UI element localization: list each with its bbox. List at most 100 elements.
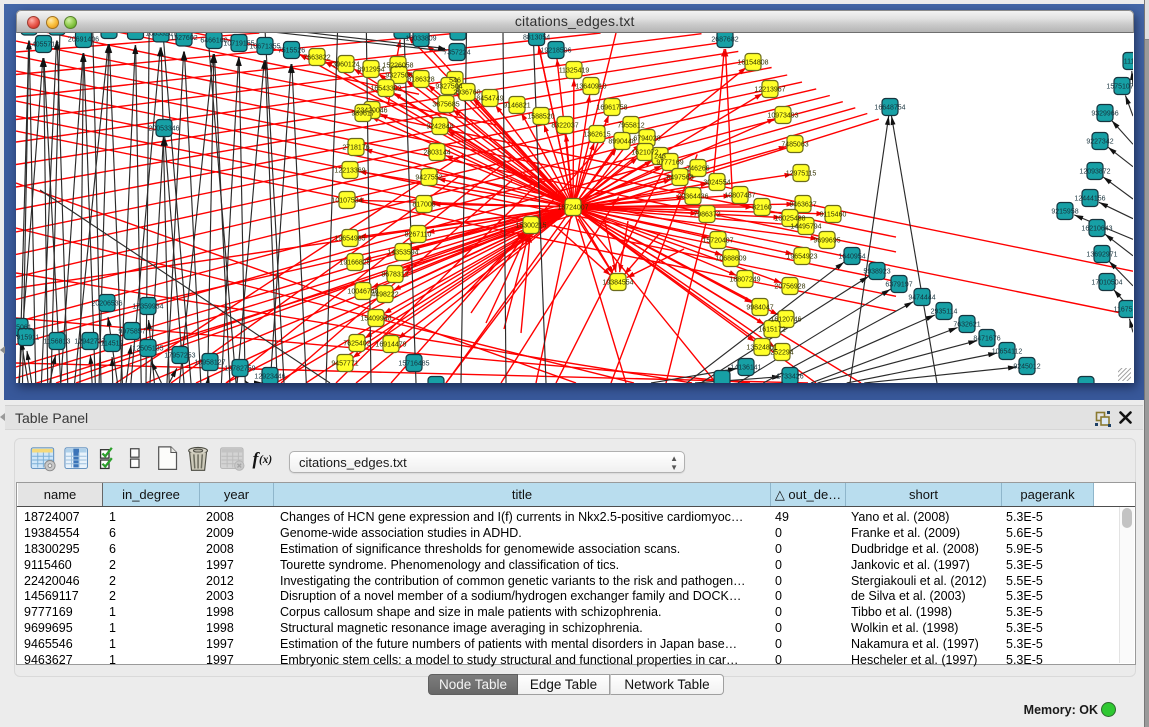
- svg-text:12505135: 12505135: [132, 345, 163, 352]
- svg-text:18724007: 18724007: [557, 204, 588, 211]
- svg-text:3875685: 3875685: [432, 101, 459, 108]
- svg-text:9242848: 9242848: [426, 123, 453, 130]
- svg-text:19384554: 19384554: [602, 279, 633, 286]
- svg-text:17359934: 17359934: [132, 303, 163, 310]
- svg-text:8813054: 8813054: [523, 34, 550, 41]
- svg-text:8678312: 8678312: [381, 271, 408, 278]
- svg-text:15300215: 15300215: [515, 222, 546, 229]
- svg-text:82160: 82160: [752, 204, 772, 211]
- svg-text:2803144: 2803144: [423, 149, 450, 156]
- svg-text:12444156: 12444156: [1074, 195, 1105, 202]
- svg-text:9915911: 9915911: [16, 334, 39, 341]
- svg-text:7632621: 7632621: [953, 321, 980, 328]
- svg-text:20756928: 20756928: [774, 283, 805, 290]
- svg-text:6794028: 6794028: [633, 135, 660, 142]
- svg-text:7485063: 7485063: [781, 141, 808, 148]
- svg-text:13640910: 13640910: [575, 83, 606, 90]
- svg-text:16120746: 16120746: [770, 316, 801, 323]
- svg-text:10025488: 10025488: [774, 215, 805, 222]
- svg-text:14055713: 14055713: [28, 41, 59, 48]
- svg-text:8454749: 8454749: [476, 95, 503, 102]
- svg-text:13692971: 13692971: [1086, 251, 1117, 258]
- svg-text:15226058: 15226058: [382, 62, 413, 69]
- svg-text:7357224: 7357224: [443, 49, 470, 56]
- svg-text:1588520: 1588520: [527, 113, 554, 120]
- svg-text:252294: 252294: [770, 349, 793, 356]
- svg-text:10654112: 10654112: [992, 348, 1023, 355]
- svg-text:10807487: 10807487: [724, 192, 755, 199]
- svg-text:1615172: 1615172: [758, 326, 785, 333]
- svg-text:9975857: 9975857: [118, 328, 145, 335]
- svg-text:16154808: 16154808: [737, 59, 768, 66]
- svg-text:9427552: 9427552: [415, 174, 442, 181]
- svg-text:14353594: 14353594: [387, 249, 418, 256]
- svg-text:6497568: 6497568: [666, 174, 693, 181]
- svg-text:10107534: 10107534: [331, 197, 362, 204]
- svg-text:17957253: 17957253: [164, 352, 195, 359]
- svg-text:9463627: 9463627: [789, 201, 816, 208]
- svg-text:11325419: 11325419: [559, 67, 590, 74]
- svg-text:8322037: 8322037: [551, 122, 578, 129]
- svg-text:10688609: 10688609: [715, 255, 746, 262]
- svg-text:12213369: 12213369: [334, 167, 365, 174]
- svg-text:1362615: 1362615: [583, 131, 610, 138]
- svg-text:7625402: 7625402: [343, 340, 370, 347]
- svg-text:8186328: 8186328: [407, 76, 434, 83]
- svg-text:7515526: 7515526: [278, 47, 305, 54]
- svg-text:995061: 995061: [16, 324, 32, 331]
- svg-text:9474444: 9474444: [908, 294, 935, 301]
- svg-text:1640954: 1640954: [838, 253, 865, 260]
- svg-text:7986372: 7986372: [693, 211, 720, 218]
- svg-text:114519: 114519: [101, 340, 124, 347]
- svg-text:2687682: 2687682: [711, 36, 738, 43]
- svg-text:8990448: 8990448: [608, 138, 635, 145]
- svg-text:3960124: 3960124: [332, 61, 359, 68]
- svg-text:9227342: 9227342: [1086, 138, 1113, 145]
- svg-text:4498222: 4498222: [371, 291, 398, 298]
- svg-text:8267110: 8267110: [405, 231, 432, 238]
- svg-text:7955812: 7955812: [617, 122, 644, 129]
- svg-text:5938923: 5938923: [863, 268, 890, 275]
- svg-text:1527602: 1527602: [170, 35, 197, 42]
- svg-text:9115460: 9115460: [820, 211, 847, 218]
- svg-text:8912954: 8912954: [357, 66, 384, 73]
- svg-text:(x): (x): [259, 454, 272, 466]
- svg-text:1167534: 1167534: [1114, 306, 1133, 313]
- svg-text:9457771: 9457771: [331, 360, 358, 367]
- svg-text:20053346: 20053346: [148, 125, 179, 132]
- svg-text:9146821: 9146821: [503, 102, 530, 109]
- svg-text:2935114: 2935114: [931, 308, 958, 315]
- svg-text:12093872: 12093872: [1079, 168, 1110, 175]
- svg-text:12213967: 12213967: [754, 86, 785, 93]
- svg-text:17010504: 17010504: [1091, 279, 1122, 286]
- svg-text:19654985: 19654985: [334, 235, 365, 242]
- svg-text:9329966: 9329966: [1091, 110, 1118, 117]
- svg-text:1112: 1112: [1124, 58, 1133, 65]
- svg-text:16033809: 16033809: [405, 35, 436, 42]
- svg-text:1733426: 1733426: [776, 373, 803, 380]
- svg-text:16961758: 16961758: [596, 104, 627, 111]
- svg-text:19654923: 19654923: [786, 253, 817, 260]
- svg-text:16648754: 16648754: [874, 104, 905, 111]
- svg-text:12975115: 12975115: [786, 170, 817, 177]
- svg-text:19166825: 19166825: [339, 259, 370, 266]
- svg-text:16210643: 16210643: [1081, 225, 1112, 232]
- svg-text:14495794: 14495794: [790, 223, 821, 230]
- svg-text:15720407: 15720407: [702, 237, 733, 244]
- svg-text:10958127: 10958127: [194, 359, 225, 366]
- svg-text:15716485: 15716485: [398, 360, 429, 367]
- svg-text:14136141: 14136141: [730, 364, 761, 371]
- svg-text:6379197: 6379197: [885, 281, 912, 288]
- svg-text:16914479: 16914479: [375, 341, 406, 348]
- svg-text:989617: 989617: [351, 110, 374, 117]
- svg-text:20364436: 20364436: [677, 193, 708, 200]
- svg-text:16543362: 16543362: [370, 85, 401, 92]
- svg-text:8471676: 8471676: [973, 335, 1000, 342]
- svg-text:16782759: 16782759: [224, 365, 255, 372]
- svg-text:20691406: 20691406: [68, 36, 99, 43]
- svg-text:9699695: 9699695: [813, 237, 840, 244]
- svg-text:1156813: 1156813: [44, 338, 71, 345]
- svg-text:9215958: 9215958: [1051, 208, 1078, 215]
- svg-text:9245012: 9245012: [1013, 363, 1040, 370]
- svg-text:15751074: 15751074: [1106, 83, 1133, 90]
